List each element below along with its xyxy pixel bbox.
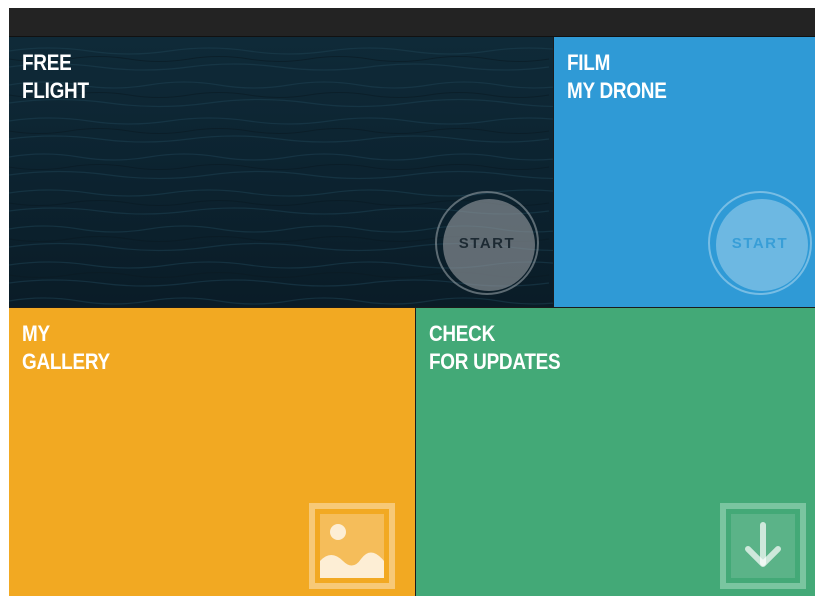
- tile-title: FREE FLIGHT: [22, 49, 89, 105]
- start-button-label: START: [731, 234, 789, 252]
- free-flight-start-button[interactable]: START: [435, 191, 539, 295]
- tile-check-for-updates[interactable]: CHECK FOR UPDATES: [416, 308, 815, 596]
- tile-free-flight[interactable]: FREE FLIGHT START: [9, 37, 553, 307]
- title-line-2: FOR UPDATES: [429, 349, 561, 374]
- tile-title: FILM MY DRONE: [567, 49, 667, 105]
- app-window: FREE FLIGHT START FILM MY DRONE START MY…: [9, 8, 815, 596]
- tile-film-my-drone[interactable]: FILM MY DRONE START: [554, 37, 815, 307]
- tile-my-gallery[interactable]: MY GALLERY: [9, 308, 415, 596]
- title-line-1: FREE: [22, 50, 72, 75]
- download-icon: [720, 503, 806, 589]
- title-line-1: FILM: [567, 50, 611, 75]
- image-icon: [309, 503, 395, 589]
- top-bar: [9, 8, 815, 37]
- title-line-2: FLIGHT: [22, 78, 89, 103]
- tile-title: CHECK FOR UPDATES: [429, 320, 561, 376]
- film-my-drone-start-button[interactable]: START: [708, 191, 812, 295]
- start-button-label: START: [458, 234, 516, 252]
- title-line-1: MY: [22, 321, 50, 346]
- title-line-2: MY DRONE: [567, 78, 667, 103]
- title-line-1: CHECK: [429, 321, 495, 346]
- title-line-2: GALLERY: [22, 349, 110, 374]
- tile-title: MY GALLERY: [22, 320, 110, 376]
